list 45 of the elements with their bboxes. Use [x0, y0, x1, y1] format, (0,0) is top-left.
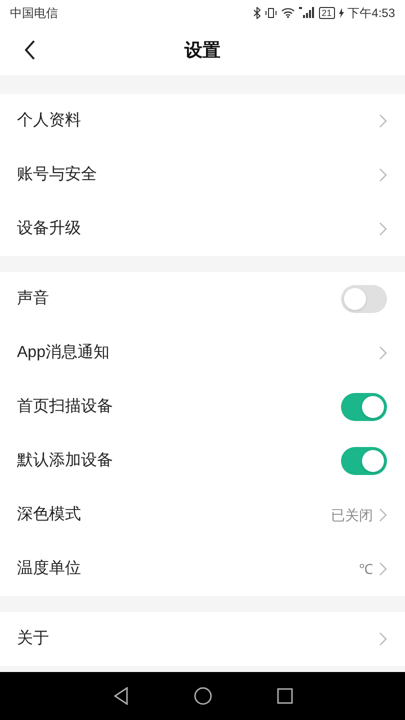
battery-level: 21 — [318, 6, 335, 18]
chevron-icon — [379, 508, 387, 522]
settings-row[interactable]: 深色模式 已关闭 — [0, 488, 405, 542]
setting-label: 深色模式 — [17, 504, 81, 525]
wifi-icon — [280, 7, 295, 18]
settings-row[interactable]: 个人资料 — [0, 94, 405, 148]
setting-label: 账号与安全 — [17, 164, 97, 185]
setting-value: 已关闭 — [331, 506, 373, 524]
toggle-switch[interactable] — [341, 393, 387, 421]
settings-row[interactable]: 温度单位 ℃ — [0, 542, 405, 596]
vibrate-icon — [264, 6, 277, 18]
back-nav-icon[interactable] — [112, 687, 128, 705]
signal-icon — [298, 7, 315, 18]
carrier-name: 中国电信 — [10, 4, 58, 22]
toggle-switch[interactable] — [341, 285, 387, 313]
chevron-icon — [379, 168, 387, 182]
chevron-icon — [379, 632, 387, 646]
setting-label: 默认添加设备 — [17, 450, 113, 471]
chevron-icon — [379, 114, 387, 128]
page-title: 设置 — [184, 38, 220, 62]
setting-label: 首页扫描设备 — [17, 397, 113, 417]
setting-label: 声音 — [17, 288, 49, 309]
home-nav-icon[interactable] — [194, 687, 212, 705]
settings-row[interactable]: 首页扫描设备 — [0, 380, 405, 434]
settings-row[interactable]: 设备升级 — [0, 202, 405, 256]
setting-label: 温度单位 — [17, 558, 81, 579]
clock-time: 下午4:53 — [348, 4, 395, 22]
setting-label: 设备升级 — [17, 219, 81, 239]
settings-row[interactable]: 声音 — [0, 272, 405, 326]
chevron-icon — [379, 222, 387, 236]
charging-icon — [338, 8, 344, 18]
setting-value: ℃ — [359, 560, 373, 578]
chevron-icon — [379, 562, 387, 576]
settings-row[interactable]: 默认添加设备 — [0, 434, 405, 488]
toggle-switch[interactable] — [341, 447, 387, 475]
settings-row[interactable]: 关于 — [0, 612, 405, 666]
setting-label: 关于 — [17, 628, 49, 649]
recents-nav-icon[interactable] — [276, 688, 292, 704]
chevron-icon — [379, 346, 387, 360]
settings-row[interactable]: 账号与安全 — [0, 148, 405, 202]
back-icon — [24, 40, 36, 60]
setting-label: App消息通知 — [17, 342, 110, 363]
settings-row[interactable]: App消息通知 — [0, 326, 405, 380]
setting-label: 个人资料 — [17, 110, 81, 131]
bluetooth-icon — [252, 6, 261, 18]
